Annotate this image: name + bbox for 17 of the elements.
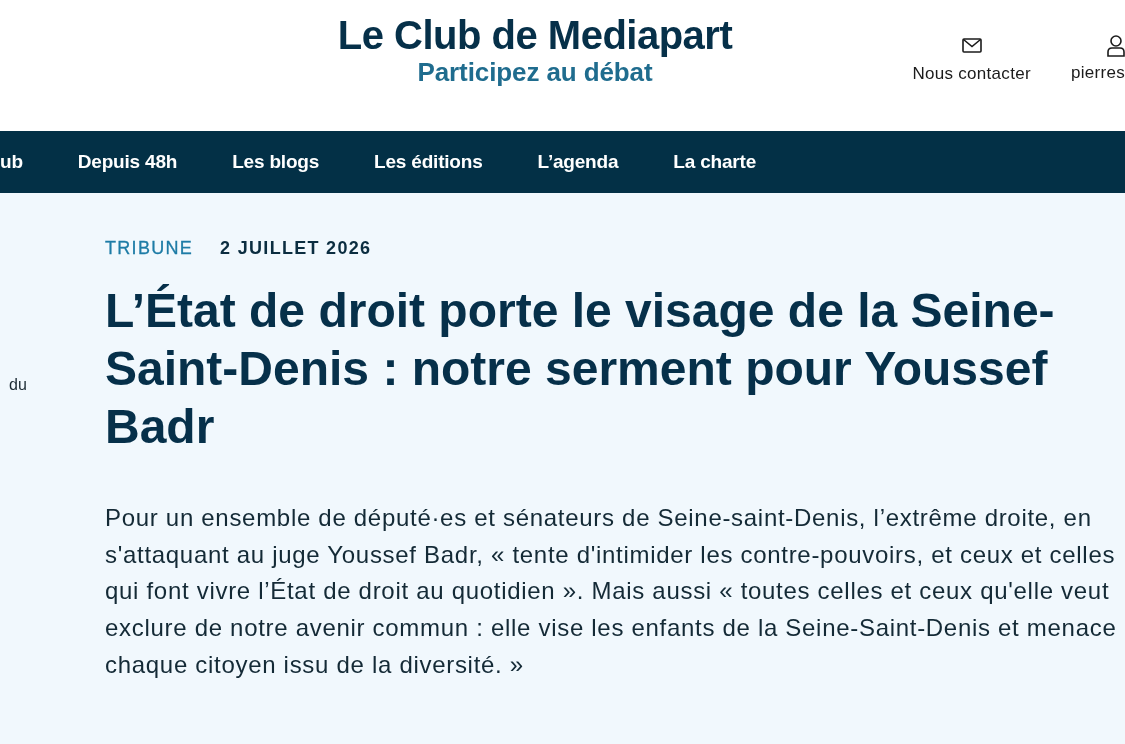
mail-icon [961, 38, 982, 53]
article-title: L’État de droit porte le visage de la Seine-Saint-Denis : notre serment pour Youssef Badr [105, 283, 1056, 455]
account-link[interactable]: pierres [1070, 35, 1125, 83]
nav-link[interactable]: L’agenda [537, 151, 619, 173]
site-tagline: Participez au débat [417, 57, 653, 87]
nav-link[interactable]: ub [0, 151, 23, 173]
contact-link[interactable]: Nous contacter [912, 38, 1031, 84]
publication-date: 2 JUILLET 2026 [220, 237, 372, 259]
article-lede: Pour un ensemble de député·es et sénateurs de Seine-saint-Denis, l’extrême droite, en s'attaquant au juge Youssef Badr, « tente d'intimider les contre-pouvoirs, et ceux et celles qui font vivre l’État de droit au quotidien ». Mais aussi « toutes celles et ceux qu'elle veut exclure de notre avenir commun : elle vise les enfants de la Seine-Saint-Denis et menace chaque citoyen issu de la diversité. » [105, 503, 1118, 680]
category-label[interactable]: TRIBUNE [105, 237, 194, 259]
sidebar-text: du [8, 376, 27, 394]
nav-link[interactable]: La charte [673, 151, 756, 173]
nav-link[interactable]: Depuis 48h [77, 151, 178, 173]
user-icon [1107, 35, 1125, 57]
site-title[interactable]: Le Club de Mediapart [337, 13, 733, 57]
nav-link[interactable]: Les éditions [374, 151, 483, 173]
nav-link[interactable]: Les blogs [232, 151, 320, 173]
